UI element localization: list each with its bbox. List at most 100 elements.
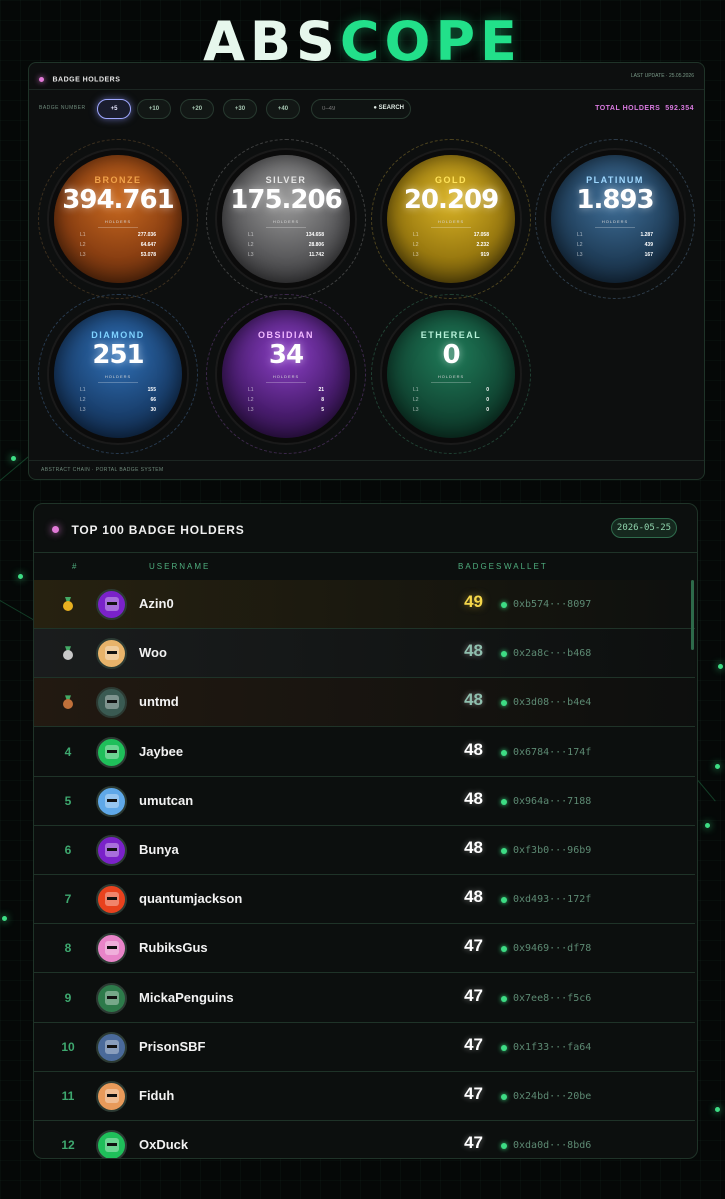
table-row[interactable]: Woo 48 0x2a8c···b468	[34, 629, 695, 679]
table-row[interactable]: 5 umutcan 48 0x964a···7188	[34, 777, 695, 826]
wallet-status-icon	[501, 700, 507, 707]
level-key: L1	[80, 387, 86, 393]
username[interactable]: PrisonSBF	[139, 1039, 205, 1054]
wallet-address[interactable]: 0xd493···172f	[513, 894, 591, 905]
search-button[interactable]: ● SEARCH	[373, 105, 404, 111]
wallet-address[interactable]: 0x3d08···b4e4	[513, 697, 591, 708]
avatar	[96, 835, 127, 866]
background-node	[715, 1107, 720, 1112]
filter-plus30-button[interactable]: +30	[223, 99, 257, 119]
wallet-address[interactable]: 0xda0d···8bd6	[513, 1140, 591, 1151]
username[interactable]: Azin0	[139, 596, 174, 611]
level-value: 30	[150, 407, 156, 413]
wallet-address[interactable]: 0x2a8c···b468	[513, 648, 591, 659]
username[interactable]: MickaPenguins	[139, 990, 234, 1005]
tier-count: 394.761	[62, 185, 174, 215]
username[interactable]: untmd	[139, 694, 179, 709]
wallet-address[interactable]: 0x7ee8···f5c6	[513, 993, 591, 1004]
scrollbar[interactable]	[691, 580, 694, 650]
username[interactable]: umutcan	[139, 793, 193, 808]
badge-count: 47	[464, 1133, 483, 1153]
tier-badge-diamond[interactable]: DIAMOND 251 HOLDERS L1 155 L2 66 L3 30	[38, 294, 198, 454]
level-value: 134.658	[305, 232, 324, 238]
wallet-address[interactable]: 0xf3b0···96b9	[513, 845, 591, 856]
rank: 12	[61, 1138, 75, 1153]
tier-name: SILVER	[265, 175, 307, 185]
holders-label: HOLDERS	[272, 374, 300, 379]
background-node	[718, 664, 723, 669]
table-row[interactable]: 7 quantumjackson 48 0xd493···172f	[34, 875, 695, 925]
holders-label: HOLDERS	[272, 219, 300, 224]
table-row[interactable]: Azin0 49 0xb574···8097	[34, 580, 695, 629]
level-key: L3	[248, 252, 254, 258]
filter-plus10-button[interactable]: +10	[137, 99, 171, 119]
tier-badge-silver[interactable]: SILVER 175.206 HOLDERS L1 134.658 L2 28.80…	[206, 139, 366, 299]
wallet-address[interactable]: 0xb574···8097	[513, 599, 591, 610]
background-line	[0, 600, 35, 621]
tier-badge-ethereal[interactable]: ETHEREAL 0 HOLDERS L1 0 L2 0 L3 0	[371, 294, 531, 454]
wallet-address[interactable]: 0x9469···df78	[513, 943, 591, 954]
username[interactable]: Jaybee	[139, 744, 183, 759]
medal-silver-icon	[62, 646, 74, 661]
tier-badge-platinum[interactable]: PLATINUM 1.893 HOLDERS L1 1.287 L2 439 L3 1…	[535, 139, 695, 299]
level-key: L2	[413, 397, 419, 403]
avatar	[96, 785, 127, 817]
avatar	[96, 1081, 127, 1112]
wallet-address[interactable]: 0x964a···7188	[513, 796, 591, 807]
username[interactable]: Bunya	[139, 842, 179, 857]
level-key: L3	[248, 407, 254, 413]
tier-badge-bronze[interactable]: BRONZE 394.761 HOLDERS L1 277.036 L2 64.64…	[38, 139, 198, 299]
filter-plus20-button[interactable]: +20	[180, 99, 214, 119]
level-value: 64.647	[140, 242, 156, 248]
wallet-status-icon	[501, 798, 507, 805]
wallet-status-icon	[501, 749, 507, 756]
wallet-status-icon	[501, 651, 507, 658]
filter-plus40-button[interactable]: +40	[266, 99, 300, 119]
tier-count: 175.206	[230, 185, 342, 215]
level-key: L2	[80, 397, 86, 403]
background-node	[18, 574, 23, 579]
username[interactable]: Fiduh	[139, 1088, 174, 1103]
level-key: L2	[577, 242, 583, 248]
table-row[interactable]: 9 MickaPenguins 47 0x7ee8···f5c6	[34, 974, 695, 1023]
tier-badge-gold[interactable]: GOLD 20.209 HOLDERS L1 17.058 L2 2.232 L3 9…	[371, 139, 531, 299]
level-key: L3	[413, 407, 419, 413]
level-key: L3	[80, 252, 86, 258]
wallet-address[interactable]: 0x24bd···20be	[513, 1091, 591, 1102]
avatar	[96, 982, 127, 1014]
username[interactable]: quantumjackson	[139, 891, 242, 906]
username[interactable]: OxDuck	[139, 1137, 188, 1152]
wallet-address[interactable]: 0x1f33···fa64	[513, 1042, 591, 1053]
tier-levels: L1 155 L2 66 L3 30	[80, 387, 156, 417]
username[interactable]: RubiksGus	[139, 940, 208, 955]
range-input[interactable]	[322, 106, 362, 112]
rank: 10	[61, 1039, 75, 1054]
table-row[interactable]: 11 Fiduh 47 0x24bd···20be	[34, 1072, 695, 1121]
rank: 4	[64, 744, 72, 759]
level-key: L2	[80, 242, 86, 248]
table-row[interactable]: 12 OxDuck 47 0xda0d···8bd6	[34, 1121, 695, 1158]
table-row[interactable]: untmd 48 0x3d08···b4e4	[34, 678, 695, 728]
wallet-address[interactable]: 0x6784···174f	[513, 747, 591, 758]
rank: 7	[64, 892, 72, 907]
table-row[interactable]: 8 RubiksGus 47 0x9469···df78	[34, 924, 695, 974]
rank: 6	[64, 843, 72, 857]
tier-name: DIAMOND	[91, 330, 145, 340]
badge-count: 47	[464, 1034, 483, 1054]
level-key: L2	[413, 242, 419, 248]
badge-count: 48	[464, 887, 483, 907]
username[interactable]: Woo	[139, 645, 167, 660]
badge-count: 49	[464, 592, 483, 611]
tier-name: ETHEREAL	[420, 330, 482, 340]
search-icon: ●	[373, 105, 377, 111]
table-row[interactable]: 10 PrisonSBF 47 0x1f33···fa64	[34, 1023, 695, 1072]
table-row[interactable]: 4 Jaybee 48 0x6784···174f	[34, 728, 695, 777]
panel-header: BADGE HOLDERS LAST UPDATE · 25.05.2026	[39, 71, 694, 85]
level-value: 8	[321, 397, 324, 403]
table-row[interactable]: 6 Bunya 48 0xf3b0···96b9	[34, 826, 695, 875]
filter-plus5-button[interactable]: +5	[97, 99, 131, 119]
level-key: L3	[577, 252, 583, 258]
tier-badge-obsidian[interactable]: OBSIDIAN 34 HOLDERS L1 21 L2 8 L3 5	[206, 294, 366, 454]
tier-count: 34	[268, 340, 304, 370]
total-holders-value: 592.354	[665, 105, 694, 112]
